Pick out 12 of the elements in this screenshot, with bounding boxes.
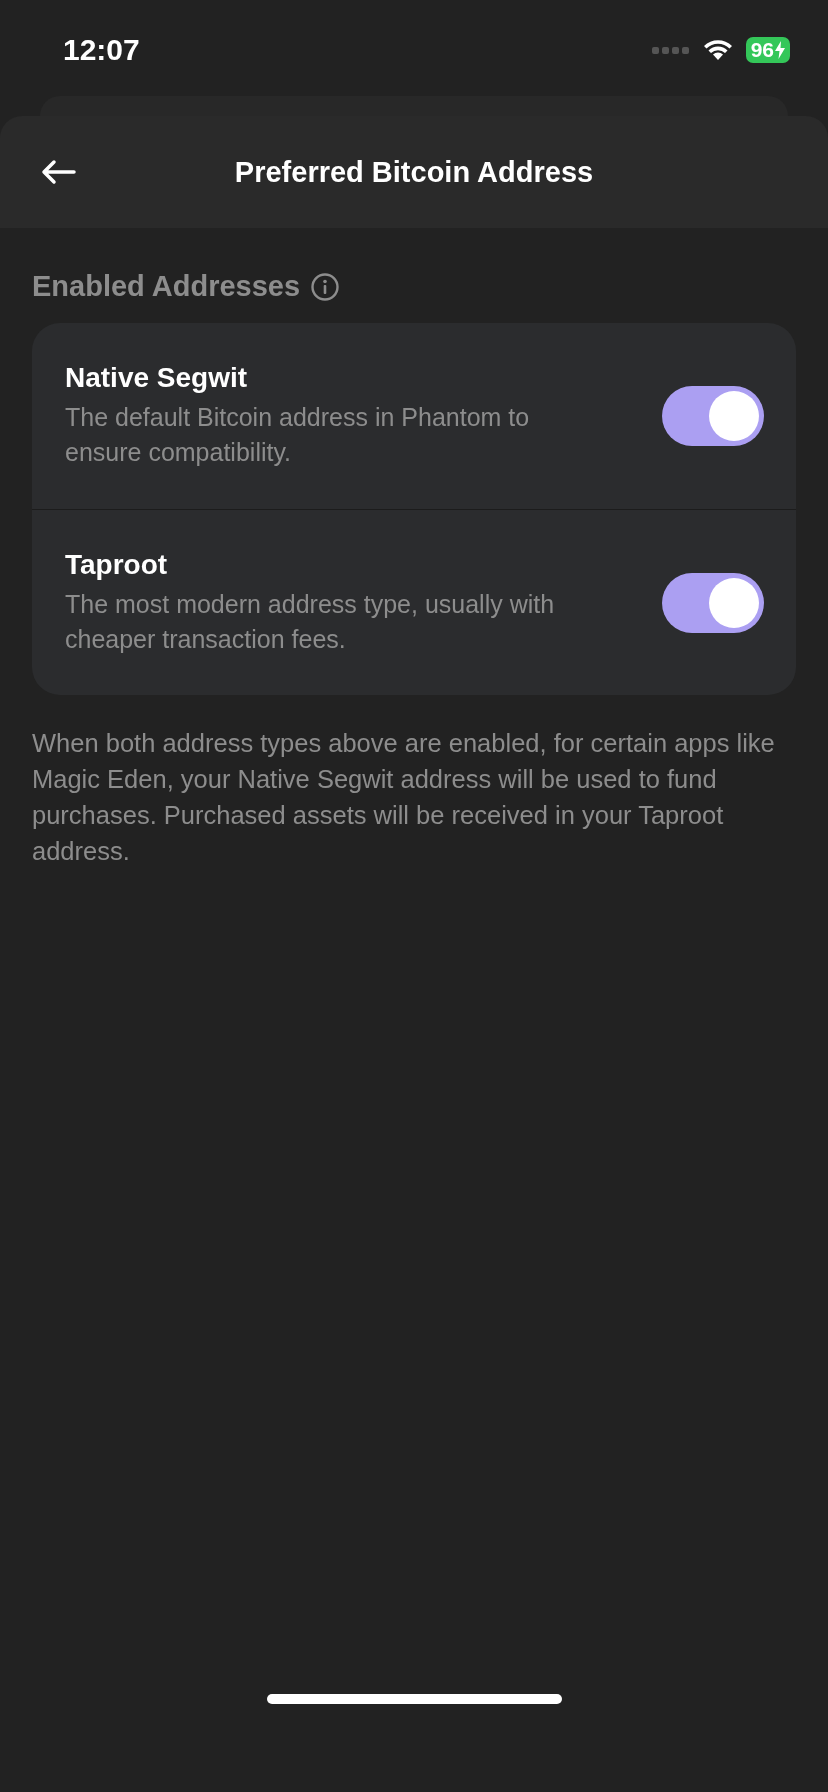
battery-indicator: 96 [745, 37, 790, 63]
info-note: When both address types above are enabled, for certain apps like Magic Eden, your Native Segwit address will be used to fund purchases. Purchased assets will be received in your Taproot address. [32, 728, 776, 867]
section-label: Enabled Addresses [32, 270, 301, 303]
address-type-description: The default Bitcoin address in Phantom to ensure compatibility. [65, 402, 531, 468]
address-type-name: Native Segwit [65, 362, 249, 394]
address-type-name: Taproot [65, 548, 169, 581]
address-type-description: The most modern address type, usually with cheaper transaction fees. [65, 588, 556, 655]
signal-icon [651, 45, 690, 55]
toggle-switch[interactable] [662, 386, 764, 446]
status-time: 12:07 [63, 33, 140, 67]
page-title: Preferred Bitcoin Address [234, 155, 594, 189]
info-icon[interactable] [310, 271, 341, 302]
